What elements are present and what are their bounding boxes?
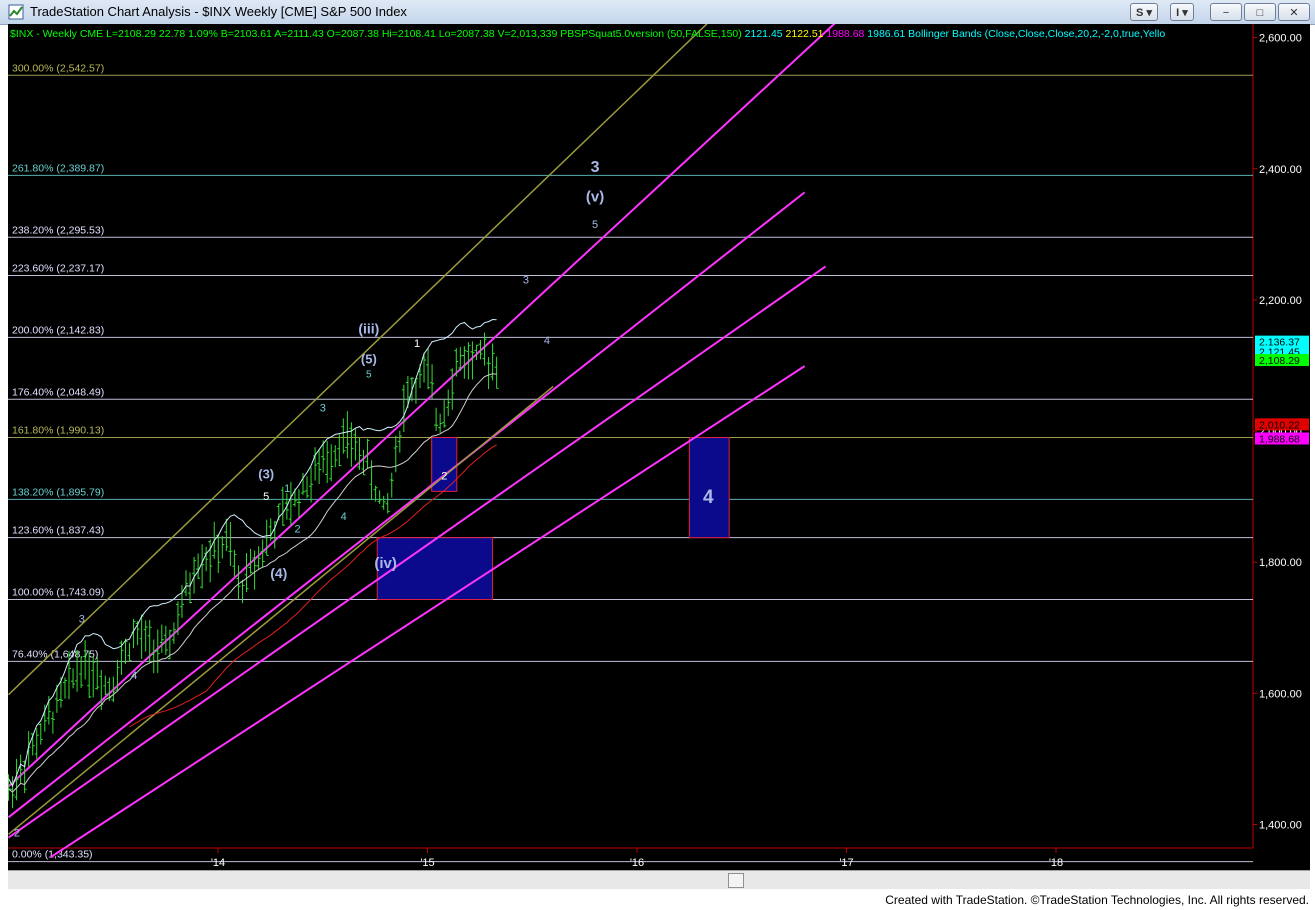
wave-labels: 53(v)534(iii)1(5)53(3)15422(4)(iv)4342 bbox=[14, 159, 714, 839]
wave-label: 5 bbox=[366, 369, 372, 380]
wave-label: 1 bbox=[284, 483, 290, 495]
wave-label: 5 bbox=[263, 491, 269, 503]
chart-area[interactable]: 300.00% (2,542.57) 261.80% (2,389.87) 238.… bbox=[6, 0, 1310, 870]
time-tick-label: '18 bbox=[1049, 857, 1063, 869]
window-titlebar: TradeStation Chart Analysis - $INX Weekl… bbox=[0, 0, 1315, 25]
wave-label: (iv) bbox=[374, 555, 397, 572]
wave-label: 4 bbox=[341, 511, 347, 523]
channel-line bbox=[7, 191, 806, 819]
channel-line bbox=[7, 0, 862, 788]
price-marker-label: 2,108.29 bbox=[1259, 355, 1300, 367]
wave-label: (3) bbox=[258, 466, 274, 481]
wave-label: 4 bbox=[703, 487, 714, 508]
channel-line bbox=[8, 385, 554, 835]
status-segment: 1988.68 bbox=[824, 28, 865, 40]
wave-label: (5) bbox=[361, 352, 377, 367]
fib-label: 261.80% (2,389.87) bbox=[12, 162, 104, 174]
wave-label: (v) bbox=[586, 189, 604, 206]
status-segment: 2121.45 bbox=[742, 28, 783, 40]
tradestation-app-icon bbox=[8, 4, 24, 20]
target-boxes bbox=[376, 437, 730, 601]
fib-label: 176.40% (2,048.49) bbox=[12, 386, 104, 398]
wave-label: 4 bbox=[544, 335, 550, 347]
minimize-icon: − bbox=[1222, 7, 1230, 19]
maximize-icon: □ bbox=[1256, 7, 1264, 19]
fib-label: 100.00% (1,743.09) bbox=[12, 587, 104, 599]
wave-label: 1 bbox=[414, 338, 420, 350]
close-button[interactable]: ✕ bbox=[1278, 3, 1310, 21]
fib-label: 161.80% (1,990.13) bbox=[12, 425, 104, 437]
time-tick-label: '16 bbox=[630, 857, 644, 869]
close-icon: ✕ bbox=[1289, 7, 1299, 19]
fib-label: 238.20% (2,295.53) bbox=[12, 224, 104, 236]
window-title: TradeStation Chart Analysis - $INX Weekl… bbox=[30, 4, 407, 19]
price-tick-label: 1,800.00 bbox=[1259, 557, 1302, 569]
fib-label: 300.00% (2,542.57) bbox=[12, 62, 104, 74]
wave-label: 3 bbox=[320, 402, 326, 414]
price-tick-label: 2,600.00 bbox=[1259, 33, 1302, 45]
fib-label: 200.00% (2,142.83) bbox=[12, 324, 104, 336]
wave-label: (4) bbox=[270, 565, 287, 581]
price-axis: 2,600.002,400.002,200.002,000.001,800.00… bbox=[1253, 33, 1309, 832]
wave-label: 3 bbox=[523, 275, 529, 287]
price-tick-label: 2,200.00 bbox=[1259, 295, 1302, 307]
status-segment: 2122.51 bbox=[783, 28, 824, 40]
price-tick-label: 1,400.00 bbox=[1259, 820, 1302, 832]
time-tick-label: '17 bbox=[839, 857, 853, 869]
chevron-down-icon: ▾ bbox=[1146, 7, 1152, 19]
copyright-text: Created with TradeStation. ©TradeStation… bbox=[885, 893, 1309, 907]
channel-line bbox=[7, 265, 827, 839]
interval-menu-label: I bbox=[1176, 7, 1180, 19]
wave-label: 3 bbox=[79, 614, 85, 626]
time-axis: '14 '15 '16 '17 '18 bbox=[211, 848, 1063, 869]
status-segment: $INX - Weekly CME L=2108.29 22.78 1.09% … bbox=[10, 28, 742, 40]
interval-menu-button[interactable]: I ▾ bbox=[1170, 3, 1194, 21]
scroll-thumb[interactable] bbox=[728, 873, 744, 888]
status-segment: 1986.61 bbox=[864, 28, 905, 40]
wave-label: (iii) bbox=[358, 320, 379, 336]
footer: Created with TradeStation. ©TradeStation… bbox=[0, 890, 1315, 910]
wave-label: 4 bbox=[131, 670, 137, 682]
chevron-down-icon: ▾ bbox=[1182, 7, 1188, 19]
price-tick-label: 2,400.00 bbox=[1259, 164, 1302, 176]
fib-label: 123.60% (1,837.43) bbox=[12, 525, 104, 537]
wave-label: 2 bbox=[295, 524, 301, 536]
chart-frame bbox=[8, 24, 1254, 849]
wave-label: 5 bbox=[592, 219, 598, 231]
status-line: $INX - Weekly CME L=2108.29 22.78 1.09% … bbox=[10, 28, 1165, 40]
maximize-button[interactable]: □ bbox=[1244, 3, 1276, 21]
price-marker-label: 2,010.22 bbox=[1259, 419, 1300, 431]
time-tick-label: '15 bbox=[420, 857, 434, 869]
wave-label: 3 bbox=[591, 159, 600, 176]
time-tick-label: '14 bbox=[211, 857, 225, 869]
minimize-button[interactable]: − bbox=[1210, 3, 1242, 21]
price-chart[interactable]: 300.00% (2,542.57) 261.80% (2,389.87) 238.… bbox=[6, 0, 1310, 870]
fib-label: 0.00% (1,343.35) bbox=[12, 849, 93, 861]
price-marker-label: 1,988.68 bbox=[1259, 433, 1300, 445]
fib-label: 223.60% (2,237.17) bbox=[12, 263, 104, 275]
symbol-menu-button[interactable]: S ▾ bbox=[1130, 3, 1158, 21]
wave-label: 2 bbox=[14, 827, 20, 839]
fib-label: 138.20% (1,895.79) bbox=[12, 486, 104, 498]
wave-label: 2 bbox=[441, 471, 447, 483]
status-segment: Bollinger Bands (Close,Close,Close,20,2,… bbox=[905, 28, 1165, 40]
horizontal-scrollbar[interactable] bbox=[8, 870, 1310, 889]
status-text: $INX - Weekly CME L=2108.29 22.78 1.09% … bbox=[10, 28, 1165, 40]
fibonacci-levels: 300.00% (2,542.57) 261.80% (2,389.87) 238.… bbox=[8, 62, 1253, 863]
symbol-menu-label: S bbox=[1136, 7, 1144, 19]
price-tick-label: 1,600.00 bbox=[1259, 688, 1302, 700]
